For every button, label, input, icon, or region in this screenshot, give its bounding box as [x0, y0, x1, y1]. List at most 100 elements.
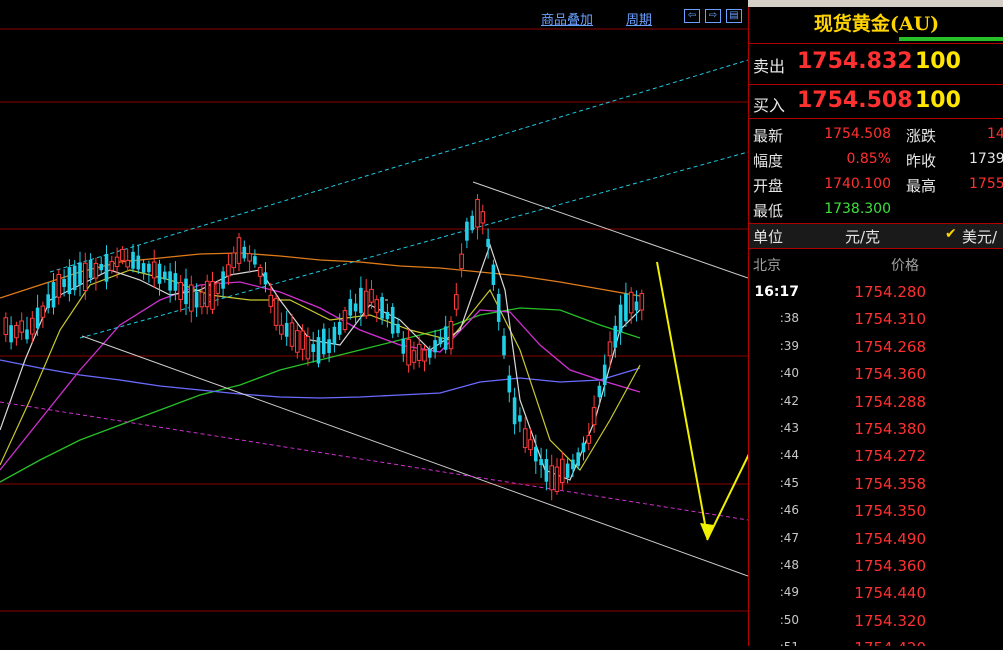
candle-body [231, 252, 236, 269]
candle-body [406, 338, 411, 366]
buy-label: 买入 [753, 96, 786, 115]
ma-line-yellow [0, 269, 641, 471]
candle-body [359, 287, 363, 314]
candle-body [385, 311, 390, 320]
usd-option[interactable]: 美元/ [962, 226, 997, 247]
candle-body [178, 282, 183, 301]
candle-body [565, 463, 570, 478]
stat-label: 幅度 [753, 152, 784, 170]
stat-value: 1754.508 [824, 126, 891, 142]
candlestick-chart-area[interactable]: 商品叠加 周期 ⇦ ⇨ ▤ [0, 0, 796, 646]
candle-body [634, 301, 639, 311]
candle-body [639, 293, 645, 311]
candle-body [369, 288, 374, 303]
buy-qty: 100 [915, 88, 961, 113]
ma-line-blue [0, 359, 641, 399]
candle-body [618, 304, 623, 333]
nav-right-button[interactable]: ⇨ [705, 9, 721, 23]
candle-body [263, 272, 268, 285]
overlay-link[interactable]: 商品叠加 [541, 9, 593, 28]
tick-time: :40 [779, 366, 799, 381]
candle-body [422, 349, 427, 362]
candle-body [486, 238, 490, 247]
candle-body [184, 278, 188, 305]
candle-body [67, 267, 72, 295]
candle-body [30, 317, 35, 335]
tick-price: 1754.272 [854, 447, 926, 466]
candle-body [210, 280, 215, 310]
stat-value: 0.85% [846, 151, 891, 167]
quote-panel: 现货黄金(AU) 卖出 1754.832 100 买入 1754.508 100… [748, 7, 1003, 646]
candle-body [496, 293, 501, 322]
tick-time: :39 [779, 338, 799, 353]
unit-value: 元/克 [845, 228, 881, 246]
unit-label: 单位 [753, 228, 784, 246]
candle-body [99, 264, 103, 271]
candle-body [576, 452, 580, 466]
candle-body [104, 253, 109, 282]
candle-body [289, 322, 295, 347]
grid-lines [0, 28, 748, 612]
candle-body [279, 324, 284, 335]
candle-body [528, 439, 533, 451]
check-icon[interactable]: ✔ [945, 226, 957, 242]
tick-time: :49 [779, 585, 799, 600]
candle-body [168, 271, 172, 291]
candle-body [411, 350, 417, 363]
candle-body [215, 282, 221, 294]
candle-body [443, 326, 448, 350]
candle-body [539, 459, 543, 466]
candle-body [35, 307, 40, 329]
candle-body [295, 330, 300, 353]
candle-body [322, 328, 326, 355]
stat-value: 1740.100 [824, 176, 891, 192]
candle-body [14, 324, 19, 339]
candle-body [448, 320, 454, 350]
candle-body [62, 278, 66, 287]
sell-label: 卖出 [753, 57, 786, 76]
stat-label: 最高 [906, 177, 937, 195]
candle-body [327, 339, 331, 353]
tick-price: 1754.288 [854, 392, 926, 411]
candle-body [109, 261, 115, 271]
instrument-title: 现货黄金(AU) [813, 13, 940, 35]
candle-body [491, 264, 496, 285]
divider [749, 84, 1003, 85]
period-link[interactable]: 周期 [626, 9, 652, 28]
divider [749, 43, 1003, 44]
candle-body [273, 298, 279, 326]
candle-body [125, 259, 131, 268]
tick-price: 1754.350 [854, 502, 926, 521]
divider [749, 118, 1003, 119]
candlestick-chart[interactable] [0, 0, 796, 646]
candle-body [380, 296, 384, 319]
candle-body [571, 459, 575, 470]
candle-body [480, 211, 486, 224]
title-underline-bar [899, 37, 1003, 41]
tick-time: :45 [779, 475, 799, 490]
candle-body [507, 375, 512, 393]
candle-body [311, 344, 315, 353]
buy-price: 1754.508 [797, 88, 913, 113]
nav-left-button[interactable]: ⇦ [684, 9, 700, 23]
candle-body [78, 262, 82, 285]
candle-body [242, 246, 247, 259]
candle-body [337, 321, 342, 335]
tick-price: 1754.268 [854, 337, 926, 356]
channel-upper-dashed [49, 59, 749, 273]
ma-line-magenta [0, 281, 641, 471]
candle-body [51, 282, 56, 308]
candle-body [305, 335, 311, 360]
tick-price: 1754.360 [854, 557, 926, 575]
stat-value: 1739 [969, 151, 1003, 167]
nav-panel-button[interactable]: ▤ [726, 9, 742, 23]
tick-price: 1754.380 [854, 420, 926, 438]
candle-body [9, 325, 13, 343]
candle-body [475, 198, 480, 228]
candle-body [401, 338, 406, 354]
candle-body [438, 337, 443, 345]
candle-body [465, 221, 469, 241]
tick-price: 1754.320 [854, 611, 926, 630]
candle-body [560, 458, 565, 484]
candle-body [199, 291, 205, 308]
